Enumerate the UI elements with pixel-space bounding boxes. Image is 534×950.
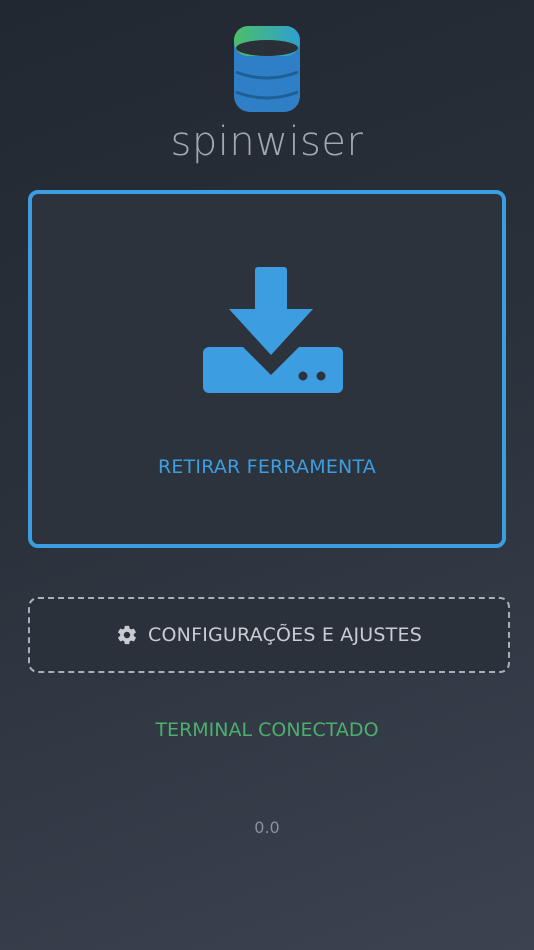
app-logo: spinwiser: [0, 22, 534, 164]
download-to-drive-icon: [203, 267, 343, 393]
gear-icon: [116, 624, 138, 646]
withdraw-tool-label: RETIRAR FERRAMENTA: [158, 456, 376, 478]
database-stack-icon: [234, 26, 300, 112]
brand-name: spinwiser: [170, 119, 364, 165]
app-version: 0.0: [254, 818, 280, 837]
connection-status: TERMINAL CONECTADO: [155, 719, 379, 741]
settings-button[interactable]: CONFIGURAÇÕES E AJUSTES: [28, 597, 510, 673]
withdraw-tool-button[interactable]: RETIRAR FERRAMENTA: [28, 190, 506, 548]
settings-label: CONFIGURAÇÕES E AJUSTES: [148, 624, 422, 646]
